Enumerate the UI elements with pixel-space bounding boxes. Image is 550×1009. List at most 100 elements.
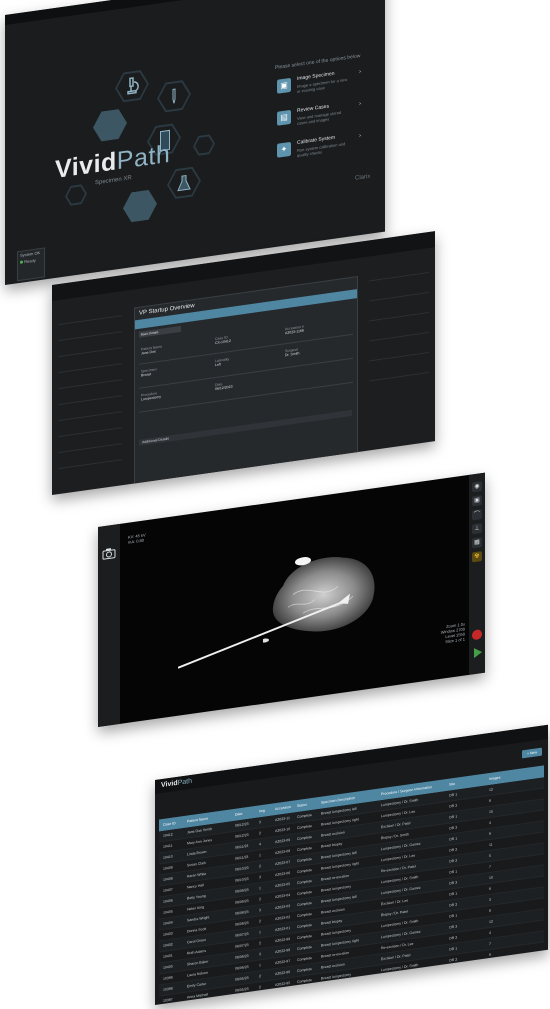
table-cell: 06/09/23 [235, 898, 249, 905]
field-accession[interactable]: Accession # A2023-1188 [285, 325, 304, 336]
table-cell: 06/10/23 [235, 876, 249, 883]
table-cell: Complete [297, 878, 312, 886]
column-header[interactable]: Case ID [163, 821, 176, 827]
table-cell: 1 [259, 930, 261, 935]
column-header[interactable]: Accession [275, 805, 291, 811]
table-cell: Re-excision / Dr. Patel [381, 864, 416, 874]
table-cell: Betty Young [187, 893, 206, 901]
table-cell: 1 [259, 963, 261, 968]
field-date[interactable]: Date 06/12/2023 [215, 381, 233, 391]
case-overview-screen: VP Startup Overview Basic Details Patien… [52, 231, 435, 496]
field-laterality[interactable]: Laterality Left [215, 357, 229, 367]
table-cell: 06/05/23 [235, 986, 249, 993]
table-cell: Complete [297, 856, 312, 864]
table-cell: A2023-04 [275, 893, 291, 900]
field-case-id[interactable]: Case ID CX-10412 [215, 335, 231, 345]
field-patient-name[interactable]: Patient Name Jane Doe [141, 345, 162, 356]
column-header[interactable]: Site [449, 782, 455, 787]
table-cell: 9 [489, 831, 491, 837]
table-cell: Breast lumpectomy [321, 884, 351, 893]
hex-decor [65, 183, 87, 206]
curve-icon[interactable]: ⌒ [472, 509, 482, 521]
list-divider [58, 459, 122, 470]
table-cell: 10408 [163, 876, 173, 882]
table-cell: 2 [259, 864, 261, 869]
table-cell: A2022-98 [275, 948, 291, 955]
table-cell: A2023-05 [275, 882, 291, 889]
grid-icon[interactable]: ▦ [472, 537, 482, 549]
table-cell: 10410 [163, 854, 173, 860]
guide-wire [178, 593, 350, 669]
table-cell: Breast biopsy [321, 841, 343, 849]
table-cell: 10399 [163, 975, 173, 981]
table-cell: Complete [297, 823, 312, 831]
table-cell: Complete [297, 977, 312, 985]
table-cell: OR 1 [449, 814, 458, 820]
hex-decor [93, 108, 127, 143]
table-cell: 12 [489, 919, 493, 925]
chevron-right-icon: › [359, 100, 361, 108]
table-cell: 2 [259, 985, 261, 990]
table-cell: Ruth Adams [187, 948, 207, 956]
table-cell: Mary Ann Jones [187, 837, 213, 846]
table-cell: 15 [489, 809, 493, 815]
table-cell: 10406 [163, 898, 173, 904]
image-info-overlay: Zoom 1.0x Window 2700 Level 1550 Slice 1… [440, 621, 465, 645]
list-divider [58, 331, 122, 342]
camera-icon[interactable]: ◉ [472, 481, 482, 493]
column-header[interactable]: Date [235, 812, 242, 817]
table-cell: 2 [259, 897, 261, 902]
field-specimen[interactable]: Specimen Breast [141, 367, 157, 377]
hex-pipette-icon [157, 79, 191, 114]
table-cell: Breast excision [321, 962, 345, 970]
hex-decor [193, 133, 215, 156]
table-cell: 6 [489, 886, 491, 892]
field-procedure[interactable]: Procedure Lumpectomy [141, 391, 161, 401]
table-cell: Linda Brown [187, 849, 207, 857]
camera-icon[interactable] [102, 546, 116, 560]
table-cell: 1 [259, 853, 261, 858]
additional-details-section[interactable]: Additional Details [139, 409, 352, 446]
table-cell: 7 [489, 941, 491, 947]
table-cell: Donna Scott [187, 926, 207, 934]
table-cell: 06/08/23 [235, 920, 249, 927]
column-header[interactable]: Patient Name [187, 817, 208, 824]
table-cell: OR 2 [449, 847, 458, 853]
acquisition-overlay: KV: 45 kV mA: 0.80 [128, 532, 146, 545]
table-cell: 8 [489, 798, 491, 804]
list-divider [58, 395, 122, 406]
new-case-button[interactable]: + New [522, 747, 542, 759]
acquire-button[interactable] [474, 647, 482, 659]
column-header[interactable]: Status [297, 803, 307, 808]
stop-button[interactable] [472, 629, 482, 641]
table-cell: Lumpectomy / Dr. Smith [381, 962, 419, 973]
menu-calibrate[interactable]: ✦ Calibrate System Run system calibratio… [275, 128, 365, 167]
system-status[interactable]: System OK Ready [17, 247, 45, 282]
field-surgeon[interactable]: Surgeon Dr. Smith [285, 347, 299, 357]
table-cell: Susan Clark [187, 860, 207, 868]
table-cell: Complete [297, 867, 312, 875]
table-cell: OR 3 [449, 880, 458, 886]
list-divider [369, 312, 429, 322]
table-cell: Breast lumpectomy [321, 972, 351, 981]
table-cell: Complete [297, 944, 312, 952]
list-divider [369, 332, 429, 342]
column-header[interactable]: Specimen Description [321, 796, 355, 805]
table-cell: A2023-10 [275, 827, 291, 834]
table-cell: A2023-09 [275, 838, 291, 845]
column-header[interactable]: Images [489, 775, 500, 781]
table-cell: 3 [489, 897, 491, 903]
left-toolbar [98, 523, 120, 727]
table-cell: OR 2 [449, 902, 458, 908]
image-icon[interactable]: ▣ [472, 495, 482, 507]
ruler-icon[interactable]: ⊥ [472, 523, 482, 535]
table-cell: Complete [297, 955, 312, 963]
table-cell: A2023-11 [275, 816, 290, 823]
case-list-screen: VividPath + New Case ID Patient Name Date I… [155, 724, 548, 1005]
radiation-icon[interactable]: ☢ [472, 551, 482, 563]
table-cell: OR 1 [449, 946, 458, 952]
table-cell: 11 [489, 842, 493, 848]
column-header[interactable]: Img [259, 809, 265, 814]
specimen-viewer-screen: KV: 45 kV mA: 0.80 ◉ ▣ ⌒ ⊥ ▦ ☢ Zoom 1.0x… [98, 472, 485, 727]
table-cell: 10412 [163, 832, 173, 838]
